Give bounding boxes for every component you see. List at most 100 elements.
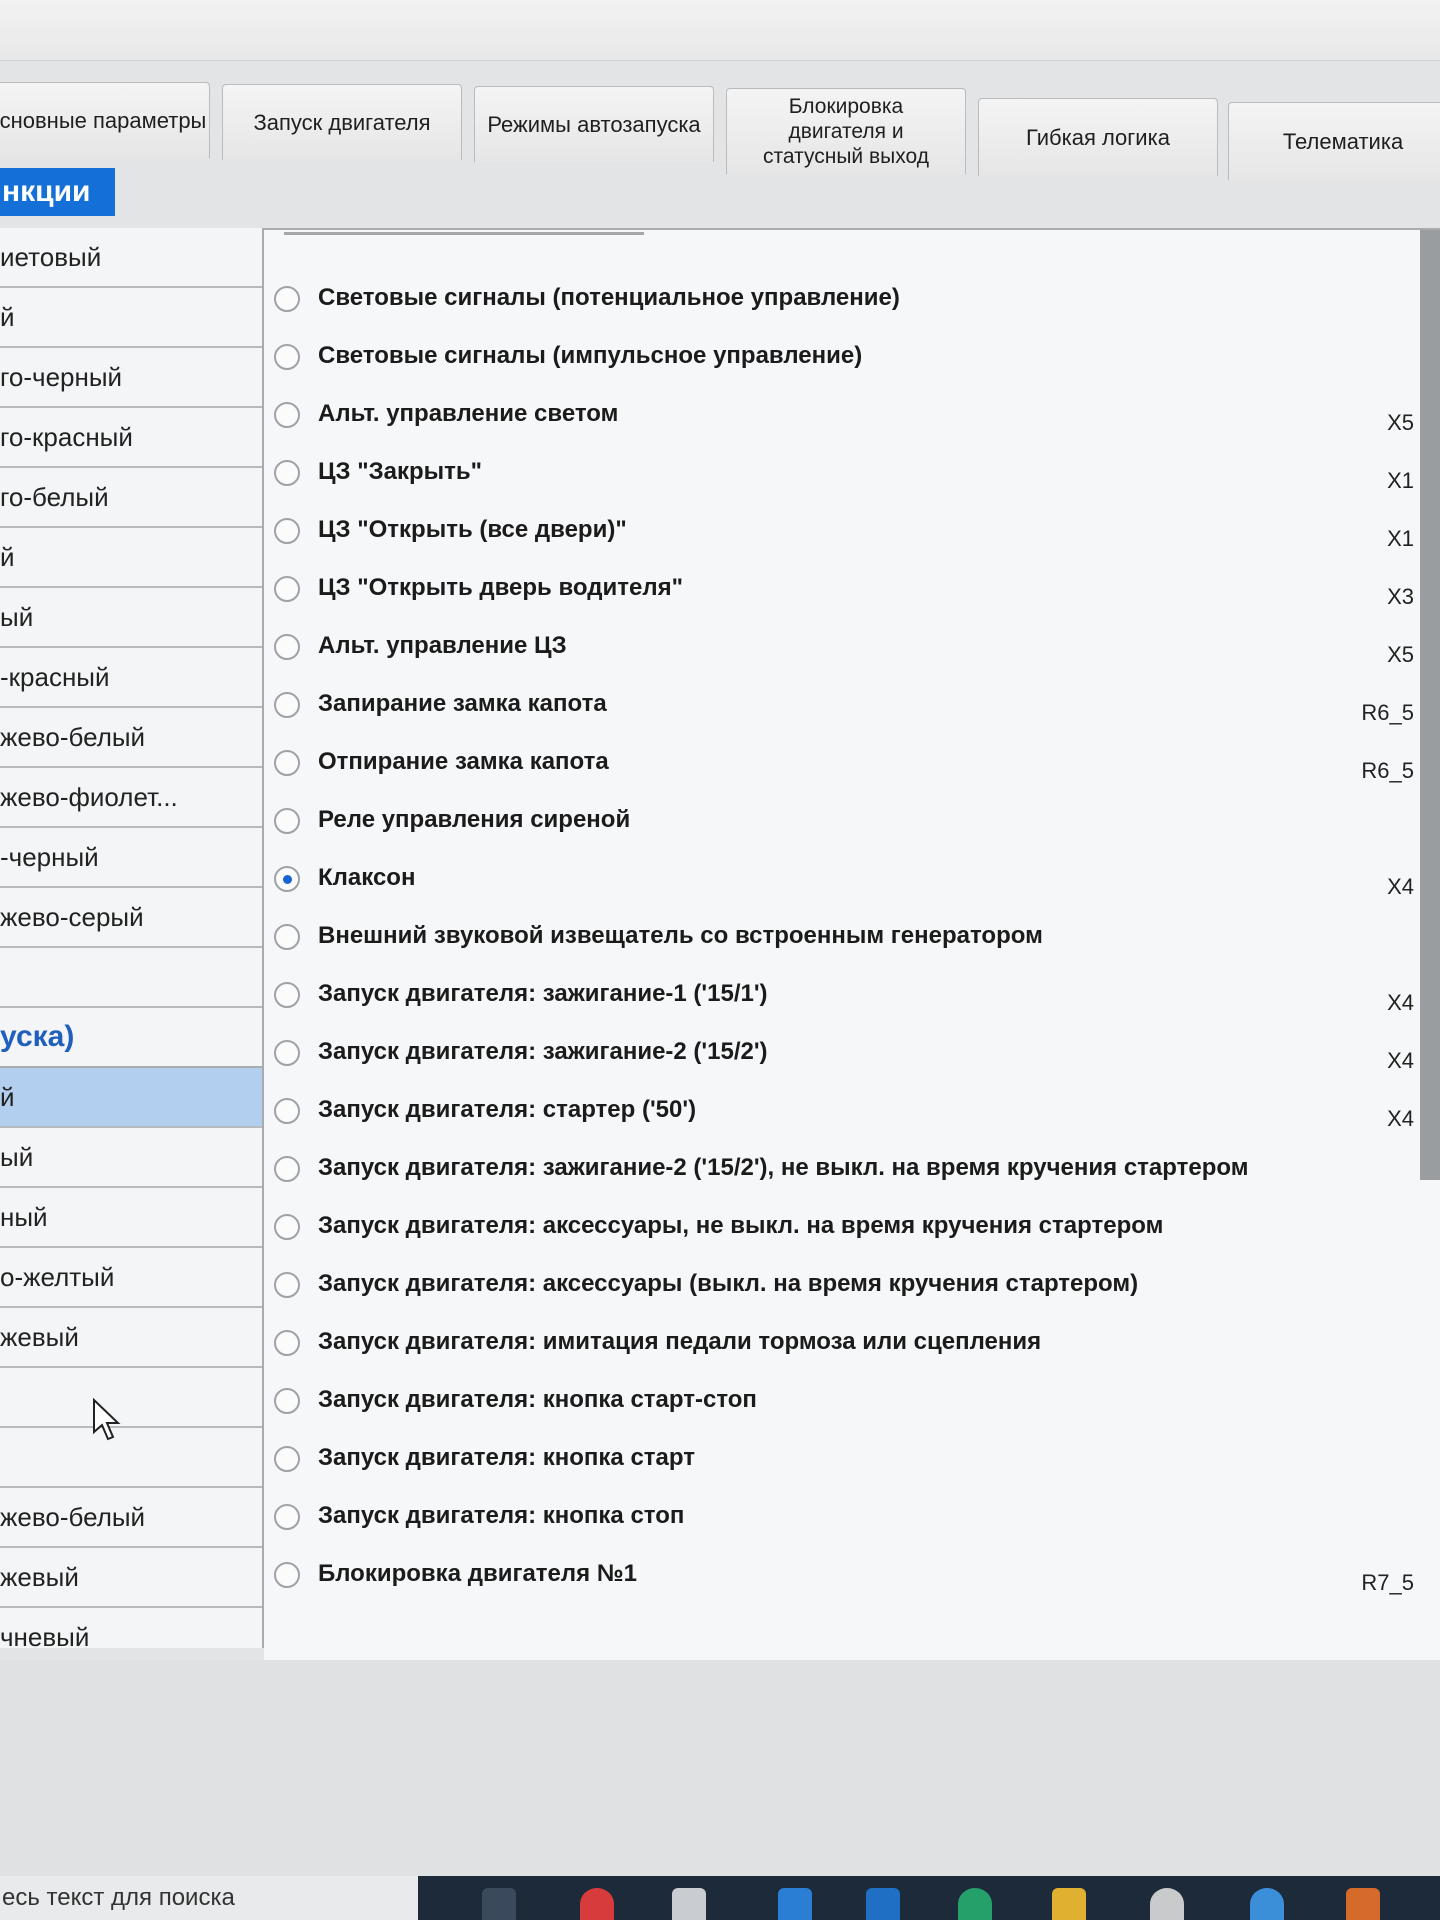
option-row[interactable]: Альт. управление ЦЗ X5 (274, 620, 1414, 678)
vertical-scrollbar[interactable] (1420, 230, 1440, 1180)
wire-item[interactable] (0, 1368, 262, 1428)
radio-button[interactable] (274, 1446, 300, 1472)
wire-item-selected[interactable]: й (0, 1068, 262, 1128)
radio-button[interactable] (274, 1388, 300, 1414)
wire-item[interactable]: жево-фиолет... (0, 768, 262, 828)
tab-main-params[interactable]: сновные параметры (0, 82, 210, 158)
wire-group-header[interactable]: уска) (0, 1008, 262, 1068)
radio-button[interactable] (274, 1562, 300, 1588)
option-row[interactable]: Запуск двигателя: аксессуары (выкл. на в… (274, 1258, 1414, 1316)
radio-button[interactable] (274, 1272, 300, 1298)
wire-item[interactable]: ый (0, 588, 262, 648)
radio-button[interactable] (274, 808, 300, 834)
wire-item[interactable]: -черный (0, 828, 262, 888)
option-output: X3 (1387, 584, 1414, 609)
option-row[interactable]: Отпирание замка капота R6_5 (274, 736, 1414, 794)
option-row[interactable]: Запуск двигателя: имитация педали тормоз… (274, 1316, 1414, 1374)
option-row[interactable]: Запуск двигателя: кнопка старт-стоп (274, 1374, 1414, 1432)
radio-button[interactable] (274, 634, 300, 660)
tab-flex-logic[interactable]: Гибкая логика (978, 98, 1218, 176)
wire-item[interactable]: жево-белый (0, 1488, 262, 1548)
wire-item[interactable]: ный (0, 1188, 262, 1248)
radio-button-checked[interactable] (274, 866, 300, 892)
option-label: Запуск двигателя: имитация педали тормоз… (318, 1328, 1042, 1355)
radio-button[interactable] (274, 750, 300, 776)
wire-item[interactable]: го-черный (0, 348, 262, 408)
option-row[interactable]: Запуск двигателя: зажигание-2 ('15/2'), … (274, 1142, 1414, 1200)
wire-item[interactable]: го-белый (0, 468, 262, 528)
tab-engine-block[interactable]: Блокировка двигателя и статусный выход (726, 88, 966, 174)
functions-button[interactable]: нкции (0, 168, 115, 216)
option-row[interactable]: Запуск двигателя: аксессуары, не выкл. н… (274, 1200, 1414, 1258)
radio-button[interactable] (274, 924, 300, 950)
option-row[interactable]: Запирание замка капота R6_5 (274, 678, 1414, 736)
option-row[interactable]: Запуск двигателя: кнопка стоп (274, 1490, 1414, 1548)
radio-button[interactable] (274, 402, 300, 428)
radio-button[interactable] (274, 518, 300, 544)
wire-item[interactable]: -красный (0, 648, 262, 708)
radio-button[interactable] (274, 576, 300, 602)
option-row[interactable]: Блокировка двигателя №1 R7_5 (274, 1548, 1414, 1606)
clipped-row (284, 232, 644, 241)
app-icon[interactable] (1150, 1888, 1184, 1920)
radio-button[interactable] (274, 344, 300, 370)
store-icon[interactable] (672, 1888, 706, 1920)
option-row[interactable]: ЦЗ "Закрыть" X1 (274, 446, 1414, 504)
task-view-icon[interactable] (482, 1888, 516, 1920)
option-label: Запуск двигателя: кнопка старт (318, 1444, 695, 1471)
radio-button[interactable] (274, 460, 300, 486)
option-output: X4 (1387, 990, 1414, 1015)
option-row[interactable]: Запуск двигателя: кнопка старт (274, 1432, 1414, 1490)
tab-telematics[interactable]: Телематика (1228, 102, 1440, 180)
radio-button[interactable] (274, 1040, 300, 1066)
option-row[interactable]: Световые сигналы (потенциальное управлен… (274, 272, 1414, 330)
tab-autostart-modes[interactable]: Режимы автозапуска (474, 86, 714, 162)
radio-button[interactable] (274, 1504, 300, 1530)
app-icon[interactable] (580, 1888, 614, 1920)
wire-item[interactable]: го-красный (0, 408, 262, 468)
radio-button[interactable] (274, 1156, 300, 1182)
tab-engine-start[interactable]: Запуск двигателя (222, 84, 462, 160)
wire-item[interactable]: жевый (0, 1308, 262, 1368)
option-row[interactable]: Запуск двигателя: стартер ('50') X4 (274, 1084, 1414, 1142)
wire-item[interactable]: чневый (0, 1608, 262, 1649)
wire-item[interactable]: о-желтый (0, 1248, 262, 1308)
tab-label-line: Блокировка (788, 95, 904, 118)
wire-item[interactable] (0, 1428, 262, 1488)
browser-icon[interactable] (958, 1888, 992, 1920)
tab-label: Режимы автозапуска (487, 111, 701, 137)
option-label: Запуск двигателя: кнопка стоп (318, 1502, 685, 1529)
wire-item[interactable]: иетовый (0, 228, 262, 288)
radio-button[interactable] (274, 692, 300, 718)
option-row[interactable]: ЦЗ "Открыть дверь водителя" X3 (274, 562, 1414, 620)
app-icon[interactable] (1346, 1888, 1380, 1920)
radio-button[interactable] (274, 982, 300, 1008)
option-row[interactable]: Внешний звуковой извещатель со встроенны… (274, 910, 1414, 968)
radio-button[interactable] (274, 1098, 300, 1124)
wire-item[interactable]: жево-белый (0, 708, 262, 768)
option-row[interactable]: Реле управления сиреной (274, 794, 1414, 852)
wire-item[interactable]: жевый (0, 1548, 262, 1608)
radio-button[interactable] (274, 286, 300, 312)
wire-item[interactable]: жево-серый (0, 888, 262, 948)
wire-item[interactable]: й (0, 288, 262, 348)
wire-item[interactable]: й (0, 528, 262, 588)
option-row[interactable]: Альт. управление светом X5 (274, 388, 1414, 446)
option-row-selected[interactable]: Клаксон X4 (274, 852, 1414, 910)
taskbar-search-input[interactable]: есь текст для поиска (0, 1876, 418, 1920)
radio-button[interactable] (274, 1214, 300, 1240)
app-icon[interactable] (778, 1888, 812, 1920)
option-row[interactable]: Световые сигналы (импульсное управление) (274, 330, 1414, 388)
wire-item[interactable] (0, 948, 262, 1008)
option-row[interactable]: ЦЗ "Открыть (все двери)" X1 (274, 504, 1414, 562)
radio-button[interactable] (274, 1330, 300, 1356)
browser-icon[interactable] (1250, 1888, 1284, 1920)
wire-item[interactable]: ый (0, 1128, 262, 1188)
option-row[interactable]: Запуск двигателя: зажигание-1 ('15/1') X4 (274, 968, 1414, 1026)
option-row[interactable]: Запуск двигателя: зажигание-2 ('15/2') X4 (274, 1026, 1414, 1084)
option-output: X4 (1387, 874, 1414, 899)
option-label: Запуск двигателя: зажигание-1 ('15/1') (318, 980, 768, 1007)
mail-icon[interactable] (866, 1888, 900, 1920)
empty-window-area (0, 1660, 1440, 1876)
folder-icon[interactable] (1052, 1888, 1086, 1920)
